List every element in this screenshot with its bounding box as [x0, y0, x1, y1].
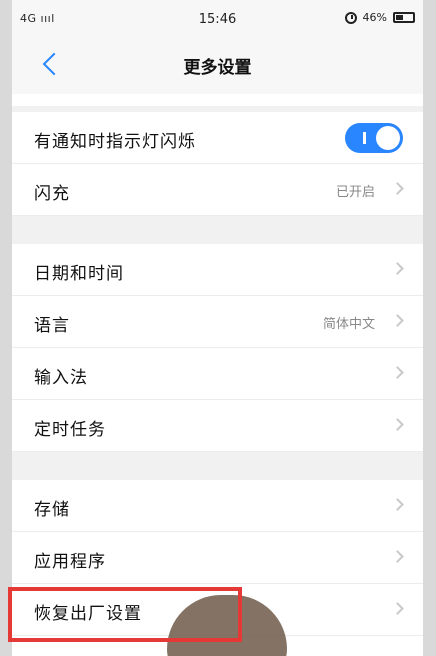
chevron-right-icon — [393, 264, 403, 274]
chevron-right-icon — [393, 316, 403, 326]
row-date-time[interactable]: 日期和时间 — [12, 244, 423, 296]
battery-icon — [393, 12, 415, 23]
notification-light-toggle[interactable] — [345, 123, 403, 153]
status-right: 46% — [344, 11, 415, 24]
status-bar: 4G ıııl 15:46 46% — [12, 0, 423, 40]
row-label: 存储 — [34, 500, 70, 520]
top-nav: 更多设置 — [12, 40, 423, 94]
row-applications[interactable]: 应用程序 — [12, 532, 423, 584]
chevron-right-icon — [393, 184, 403, 194]
section-gap — [12, 452, 423, 480]
row-label: 有通知时指示灯闪烁 — [34, 132, 196, 152]
section-gap — [12, 216, 423, 244]
row-label: 输入法 — [34, 368, 88, 388]
row-label: 应用程序 — [34, 552, 106, 572]
chevron-right-icon — [393, 500, 403, 510]
battery-percent: 46% — [362, 11, 387, 24]
alarm-icon — [344, 11, 357, 24]
row-label: 闪充 — [34, 184, 70, 204]
toggle-knob — [376, 126, 400, 150]
chevron-right-icon — [393, 552, 403, 562]
page-title: 更多设置 — [183, 58, 252, 78]
row-scheduled-tasks[interactable]: 定时任务 — [12, 400, 423, 452]
row-value: 简体中文 — [322, 317, 375, 332]
row-label: 日期和时间 — [34, 264, 124, 284]
row-label: 语言 — [34, 316, 70, 336]
chevron-right-icon — [393, 604, 403, 614]
clipped-previous-row — [12, 94, 423, 106]
highlight-box — [8, 587, 242, 642]
row-value: 已开启 — [335, 185, 375, 200]
row-language[interactable]: 语言 简体中文 — [12, 296, 423, 348]
row-notification-light[interactable]: 有通知时指示灯闪烁 — [12, 112, 423, 164]
row-storage[interactable]: 存储 — [12, 480, 423, 532]
chevron-right-icon — [393, 368, 403, 378]
chevron-right-icon — [393, 420, 403, 430]
settings-screen: 4G ıııl 15:46 46% 更多设置 有通知时指示灯闪烁 闪充 已开启 … — [12, 0, 423, 656]
row-input-method[interactable]: 输入法 — [12, 348, 423, 400]
row-label: 定时任务 — [34, 420, 106, 440]
row-flash-charge[interactable]: 闪充 已开启 — [12, 164, 423, 216]
